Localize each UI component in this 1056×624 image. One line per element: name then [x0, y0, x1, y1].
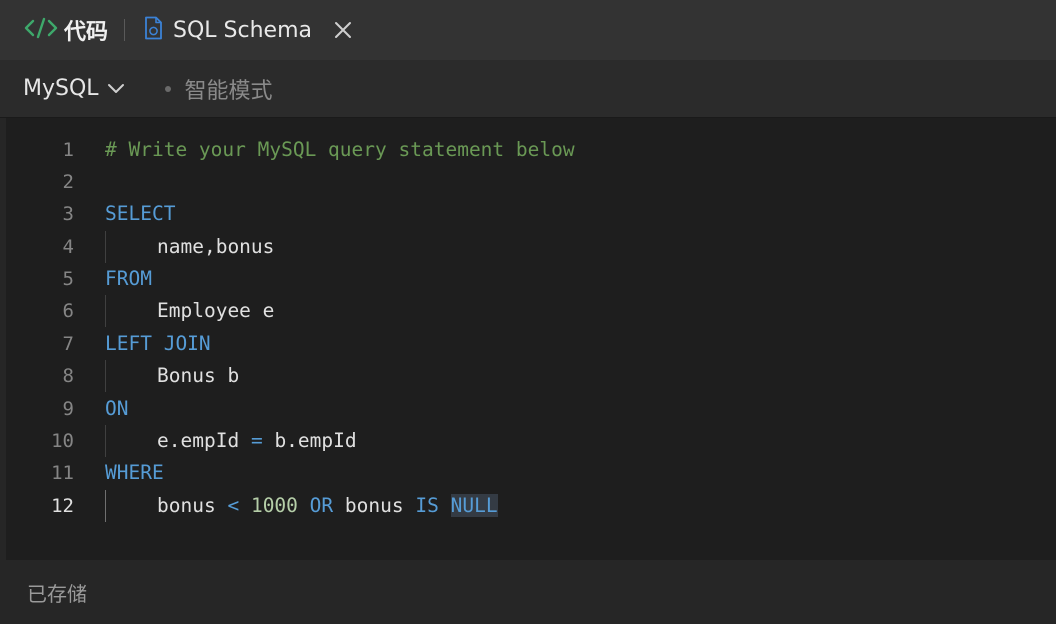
code-identifier: b.empId: [274, 429, 357, 452]
close-icon[interactable]: [334, 21, 352, 39]
code-operator: <: [227, 494, 240, 517]
code-line-active: 12 bonus < 1000 OR bonus IS NULL: [6, 490, 1056, 522]
code-text: name,bonus: [157, 235, 275, 258]
code-operator: =: [250, 429, 263, 452]
file-sql-icon: [143, 16, 163, 44]
code-keyword-highlighted: NULL: [450, 494, 498, 517]
editor-toolbar: MySQL 智能模式: [0, 60, 1056, 118]
tab-bar: 代码 SQL Schema: [0, 0, 1056, 60]
line-number: 7: [62, 333, 74, 355]
line-number: 8: [62, 365, 74, 387]
code-line: 10 e.empId = b.empId: [6, 425, 1056, 457]
code-line: 3 SELECT: [6, 198, 1056, 230]
code-keyword: FROM: [105, 267, 152, 290]
smart-mode-toggle[interactable]: 智能模式: [164, 73, 273, 105]
tab-code[interactable]: 代码: [24, 14, 108, 46]
code-line: 2: [6, 166, 1056, 198]
code-identifier: e.empId: [157, 429, 240, 452]
line-number: 4: [62, 236, 74, 258]
code-identifier: bonus: [344, 494, 404, 517]
line-number: 1: [62, 139, 74, 161]
smart-mode-label: 智能模式: [184, 78, 273, 104]
line-number: 9: [62, 398, 74, 420]
line-number: 6: [62, 300, 74, 322]
code-text: bonus < 1000 OR bonus IS NULL: [105, 490, 498, 522]
code-line: 8 Bonus b: [6, 360, 1056, 392]
code-line: 11 WHERE: [6, 457, 1056, 489]
code-keyword: LEFT JOIN: [105, 332, 211, 355]
code-line: 5 FROM: [6, 263, 1056, 295]
code-identifier: bonus: [157, 494, 216, 517]
line-number: 10: [51, 430, 74, 452]
code-line: 4 name,bonus: [6, 231, 1056, 263]
code-line: 6 Employee e: [6, 295, 1056, 327]
code-keyword: WHERE: [105, 461, 164, 484]
line-number: 5: [62, 268, 74, 290]
line-number: 12: [51, 495, 74, 517]
code-line: 1 # Write your MySQL query statement bel…: [6, 134, 1056, 166]
status-bar: 已存储: [0, 560, 1056, 624]
code-line: 9 ON: [6, 393, 1056, 425]
tab-sql-schema-label: SQL Schema: [173, 17, 312, 43]
code-editor[interactable]: 1 # Write your MySQL query statement bel…: [6, 118, 1056, 560]
code-keyword: OR: [309, 494, 334, 517]
smart-mode-dot: [164, 85, 171, 92]
line-number: 11: [51, 462, 74, 484]
code-number: 1000: [250, 494, 298, 517]
code-keyword: IS: [415, 494, 439, 517]
code-keyword: SELECT: [105, 202, 176, 225]
tab-code-label: 代码: [64, 20, 109, 45]
code-text: e.empId = b.empId: [105, 425, 357, 457]
code-brackets-icon: [24, 16, 58, 44]
app: 代码 SQL Schema MySQL 智能模式 1 # Write your …: [0, 0, 1056, 624]
save-status: 已存储: [27, 582, 87, 606]
code-keyword: ON: [105, 397, 129, 420]
chevron-down-icon: [107, 79, 125, 98]
code-comment: # Write your MySQL query statement below: [105, 138, 575, 161]
line-number: 3: [62, 203, 74, 225]
language-label: MySQL: [23, 76, 99, 101]
language-select[interactable]: MySQL: [23, 76, 125, 101]
line-number: 2: [62, 171, 74, 193]
tab-sql-schema[interactable]: SQL Schema: [143, 16, 352, 44]
code-text: Employee e: [157, 299, 275, 322]
code-line: 7 LEFT JOIN: [6, 328, 1056, 360]
code-text: Bonus b: [157, 364, 240, 387]
tab-divider: [124, 19, 126, 41]
